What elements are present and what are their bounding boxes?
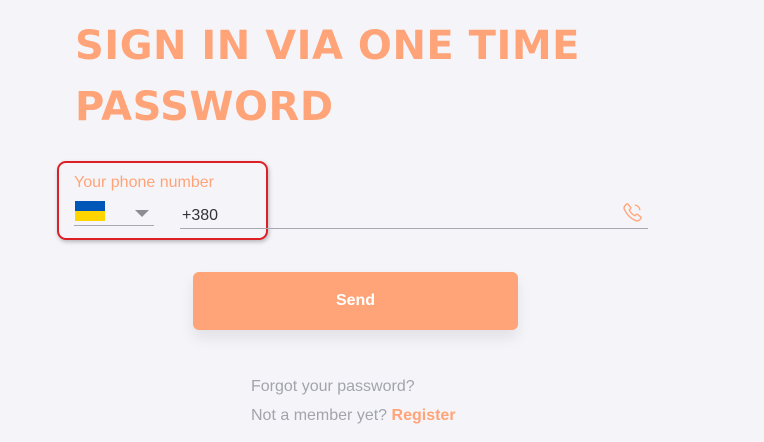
page-title: SIGN IN VIA ONE TIME PASSWORD (75, 23, 580, 130)
phone-number-input[interactable] (180, 203, 648, 229)
ukraine-flag-icon (75, 201, 105, 221)
forgot-password-link[interactable]: Forgot your password? (251, 378, 415, 396)
send-button[interactable]: Send (193, 272, 518, 330)
chevron-down-icon (135, 210, 149, 217)
phone-icon (623, 203, 642, 222)
country-code-select[interactable] (74, 199, 154, 226)
phone-number-label: Your phone number (74, 174, 214, 191)
not-member-text: Not a member yet? (251, 407, 388, 424)
register-link[interactable]: Register (392, 407, 456, 424)
register-prompt: Not a member yet? Register (251, 407, 456, 425)
otp-sign-in-page: SIGN IN VIA ONE TIME PASSWORD Your phone… (0, 0, 764, 442)
